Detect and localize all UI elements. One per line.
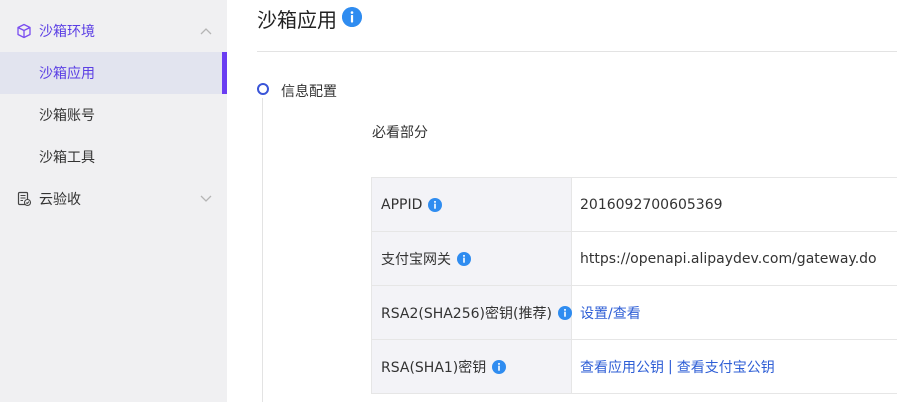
sidebar-item-label: 沙箱工具 [39,150,95,166]
chevron-up-icon[interactable] [200,27,212,35]
table-row: 支付宝网关 https://openapi.alipaydev.com/gate… [372,232,897,286]
table-row: APPID 2016092700605369 [372,178,897,232]
row-key: RSA(SHA1)密钥 [381,359,487,376]
sidebar-item-sandbox-app[interactable]: 沙箱应用 [0,52,227,94]
section-title: 必看部分 [372,125,428,141]
document-check-icon [17,191,32,207]
sidebar-group-cloud-acceptance[interactable]: 云验收 [0,178,227,220]
view-alipay-public-key-link[interactable]: 查看支付宝公钥 [677,357,775,377]
table-value-cell: 设置/查看 [572,286,897,339]
step-title: 信息配置 [281,84,337,100]
view-app-public-key-link[interactable]: 查看应用公钥 [580,357,664,377]
row-key: RSA2(SHA256)密钥(推荐) [381,305,552,322]
info-icon[interactable] [428,197,443,212]
table-value-cell: 查看应用公钥 | 查看支付宝公钥 [572,340,897,393]
table-key-cell: RSA(SHA1)密钥 [372,340,572,393]
gateway-value: https://openapi.alipaydev.com/gateway.do [580,250,877,267]
sidebar-group-label: 云验收 [39,192,81,208]
sidebar: 沙箱环境 沙箱应用 沙箱账号 沙箱工具 云验收 [0,0,227,402]
table-row: RSA2(SHA256)密钥(推荐) 设置/查看 [372,286,897,340]
link-separator: | [668,358,673,375]
cube-icon [17,23,31,39]
info-icon[interactable] [342,7,362,27]
table-key-cell: RSA2(SHA256)密钥(推荐) [372,286,572,339]
sidebar-item-sandbox-account[interactable]: 沙箱账号 [0,94,227,136]
sidebar-item-label: 沙箱账号 [39,108,95,124]
title-divider [257,51,897,52]
table-row: RSA(SHA1)密钥 查看应用公钥 | 查看支付宝公钥 [372,340,897,394]
rsa2-setup-view-link[interactable]: 设置/查看 [580,303,641,323]
table-key-cell: 支付宝网关 [372,232,572,285]
table-value-cell: 2016092700605369 [572,178,897,231]
row-key: APPID [381,196,423,213]
step-dot [257,83,269,95]
table-key-cell: APPID [372,178,572,231]
info-icon[interactable] [492,359,507,374]
info-icon[interactable] [457,251,471,266]
sidebar-group-sandbox-env[interactable]: 沙箱环境 [0,10,227,52]
sidebar-item-sandbox-tools[interactable]: 沙箱工具 [0,136,227,178]
appid-value: 2016092700605369 [580,196,723,213]
sidebar-item-label: 沙箱应用 [39,66,95,82]
page-title: 沙箱应用 [257,8,337,32]
table-value-cell: https://openapi.alipaydev.com/gateway.do [572,232,897,285]
row-key: 支付宝网关 [381,251,451,268]
chevron-down-icon[interactable] [200,195,212,203]
step-line [262,98,263,402]
info-table: APPID 2016092700605369 支付宝网关 https://ope… [371,177,897,394]
main-content: 沙箱应用 信息配置 必看部分 APPID 2016092700605369 支付… [227,0,897,402]
info-icon[interactable] [557,305,572,320]
sidebar-group-label: 沙箱环境 [39,24,95,40]
